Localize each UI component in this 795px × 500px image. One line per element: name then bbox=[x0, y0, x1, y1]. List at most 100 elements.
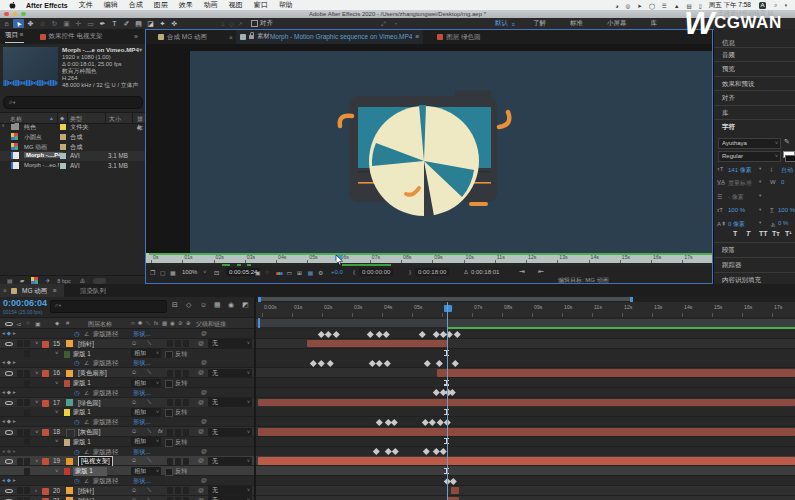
status-icon-6[interactable]: ▤ bbox=[686, 3, 691, 9]
layer-row-16[interactable]: ˅16[黄色扇形]☺⟍@无˅ bbox=[0, 368, 256, 378]
layer-label-chip[interactable] bbox=[42, 429, 49, 436]
clone-stamp-tool[interactable]: ▤ bbox=[133, 19, 144, 28]
ghost-icon[interactable]: ◌ bbox=[266, 269, 270, 275]
timeline-search-input[interactable]: ⌕▾ bbox=[50, 300, 167, 313]
layer-visibility-eye-icon[interactable] bbox=[5, 489, 13, 494]
sidebar-panel-跟踪器[interactable]: 跟踪器 bbox=[714, 257, 795, 272]
stopwatch-icon[interactable]: ◷ bbox=[74, 448, 80, 456]
viewer-time-ruler[interactable]: 0s01s02s03s04s05s06s07s08s09s10s11s12s13… bbox=[146, 253, 712, 263]
keyframe-diamond[interactable] bbox=[318, 331, 324, 337]
prop-track-row[interactable] bbox=[256, 329, 795, 339]
layer-visibility-eye-icon[interactable] bbox=[5, 401, 13, 406]
mask-name[interactable]: 蒙版 1 bbox=[73, 379, 91, 388]
input-source-icon[interactable]: A bbox=[759, 2, 766, 9]
mask-expander-icon[interactable]: ˅ bbox=[55, 350, 59, 356]
snap-checkbox[interactable] bbox=[251, 20, 258, 27]
status-icon-7[interactable]: ▯ bbox=[699, 3, 702, 9]
safe-frames-icon[interactable]: ⊡ bbox=[214, 269, 219, 277]
layer-duration-bar[interactable] bbox=[258, 399, 795, 407]
shy-switch-icon[interactable]: ☺ bbox=[131, 399, 137, 405]
mask-invert-checkbox[interactable] bbox=[165, 380, 173, 388]
roto-brush-tool[interactable]: ✦ bbox=[157, 19, 168, 28]
keyframe-diamond[interactable] bbox=[376, 331, 382, 337]
mask-expander-icon[interactable]: ˅ bbox=[55, 409, 59, 415]
mask-name[interactable]: 蒙版 1 bbox=[73, 350, 91, 359]
keyframe-navigator[interactable]: ◂◆▸ bbox=[2, 389, 17, 395]
keyframe-diamond[interactable] bbox=[437, 419, 443, 425]
prop-track-row[interactable] bbox=[256, 476, 795, 486]
gear-icon[interactable]: ⚙ bbox=[318, 269, 323, 276]
label-chip[interactable] bbox=[60, 153, 66, 159]
faux-style-button-0[interactable]: T bbox=[733, 230, 737, 237]
timeline-toggle-icon-4[interactable]: ◉ bbox=[228, 301, 234, 309]
mask-mode-select[interactable]: 相加˅ bbox=[131, 408, 161, 417]
keyframe-diamond[interactable] bbox=[327, 360, 333, 366]
eraser-tool[interactable]: ◪ bbox=[145, 19, 156, 28]
spotlight-icon[interactable]: ⌕ bbox=[774, 2, 777, 9]
magnification-dd-icon[interactable]: ˅ bbox=[203, 269, 207, 275]
sidebar-panel-音频[interactable]: 音频 bbox=[714, 47, 795, 62]
layer-expander-icon[interactable]: ˅ bbox=[35, 340, 39, 346]
sidebar-panel-段落[interactable]: 段落 bbox=[714, 242, 795, 257]
siri-icon[interactable]: ◐ bbox=[784, 2, 788, 8]
keyframe-diamond[interactable] bbox=[383, 331, 389, 337]
quality-switch-icon[interactable]: ⟍ bbox=[147, 340, 151, 347]
stopwatch-icon[interactable]: ◷ bbox=[74, 330, 80, 338]
layer-track-row[interactable] bbox=[256, 368, 795, 378]
trash-icon[interactable]: ♳ bbox=[80, 277, 85, 284]
layer-name[interactable]: [绿色圆] bbox=[78, 399, 100, 408]
layer-color-box[interactable] bbox=[66, 487, 73, 494]
mask-color-chip[interactable] bbox=[64, 351, 70, 358]
layer-row-21[interactable]: ›21[指针]☺⟍@无˅ bbox=[0, 496, 256, 500]
font-style-select-dd-icon[interactable]: ˅ bbox=[775, 152, 778, 161]
label-chip[interactable] bbox=[60, 124, 66, 130]
project-search-input[interactable]: ⌕▾ bbox=[3, 96, 143, 109]
layer-visibility-eye-icon[interactable] bbox=[5, 430, 13, 435]
keyframe-navigator[interactable]: ◂◆▸ bbox=[2, 477, 17, 483]
mask-track-row[interactable] bbox=[256, 437, 795, 447]
workspace-menu-icon[interactable]: ≡ bbox=[512, 21, 515, 27]
property-value-link[interactable]: 形状... bbox=[133, 477, 151, 486]
timeline-toggle-icon-0[interactable]: ⊟ bbox=[172, 301, 178, 309]
sidebar-panel-预览[interactable]: 预览 bbox=[714, 61, 795, 76]
mask-expander-icon[interactable]: ˅ bbox=[55, 468, 59, 474]
sidebar-panel-库[interactable]: 库 bbox=[714, 105, 795, 120]
prop-track-row[interactable] bbox=[256, 447, 795, 457]
layer-row-17[interactable]: ˅17[绿色圆]☺⟍@无˅ bbox=[0, 398, 256, 408]
parent-pickwhip-icon[interactable]: @ bbox=[198, 399, 204, 405]
prop-track-row[interactable] bbox=[256, 417, 795, 427]
layer-color-box[interactable] bbox=[66, 458, 73, 465]
mask-track-row[interactable] bbox=[256, 378, 795, 388]
layer-expander-icon[interactable]: ˅ bbox=[35, 429, 39, 435]
status-icon-5[interactable]: ▲ bbox=[674, 3, 679, 9]
sidebar-panel-对齐[interactable]: 对齐 bbox=[714, 90, 795, 105]
mask-expander-icon[interactable]: ˅ bbox=[55, 438, 59, 444]
fx-switch-icon[interactable]: fx bbox=[158, 428, 163, 434]
hand-tool[interactable]: ✥ bbox=[25, 19, 36, 28]
rgb-channels-icon[interactable] bbox=[276, 270, 283, 276]
layer-row-20[interactable]: ›20[指针]☺⟍@无˅ bbox=[0, 486, 256, 496]
property-name[interactable]: 蒙版路径 bbox=[93, 330, 118, 339]
keyframe-diamond[interactable] bbox=[367, 331, 373, 337]
exposure-value[interactable]: +0.0 bbox=[331, 269, 343, 275]
keyframe-diamond[interactable] bbox=[450, 478, 456, 484]
tab-layer[interactable]: 图层 绿色圆 bbox=[437, 33, 480, 42]
parent-select[interactable]: 无˅ bbox=[208, 496, 252, 500]
property-pickwhip-icon[interactable]: @ bbox=[201, 418, 207, 424]
vertical-scale-value-dd-icon[interactable]: ▾ bbox=[759, 207, 761, 212]
footer-comp-icon[interactable] bbox=[31, 277, 38, 284]
layer-color-box[interactable] bbox=[66, 399, 73, 406]
tab-timeline-comp[interactable]: MG 动画 bbox=[22, 287, 47, 296]
faux-style-button-3[interactable]: Tᴛ bbox=[772, 230, 780, 237]
timeline-toggle-icon-3[interactable]: ▦ bbox=[214, 301, 221, 309]
layer-label-chip[interactable] bbox=[42, 341, 49, 348]
grid-icon[interactable]: ▦ bbox=[308, 269, 314, 276]
keyframe-diamond[interactable] bbox=[384, 360, 390, 366]
property-value-link[interactable]: 形状... bbox=[133, 330, 151, 339]
baseline-shift-value[interactable]: 0 像素 bbox=[728, 220, 745, 229]
keyframe-diamond[interactable] bbox=[333, 331, 339, 337]
tracking-value[interactable]: 0 bbox=[781, 179, 784, 185]
font-family-select[interactable]: Ayuthaya˅ bbox=[718, 138, 781, 149]
property-value-link[interactable]: 形状... bbox=[133, 448, 151, 457]
keyframe-diamond[interactable] bbox=[391, 419, 397, 425]
